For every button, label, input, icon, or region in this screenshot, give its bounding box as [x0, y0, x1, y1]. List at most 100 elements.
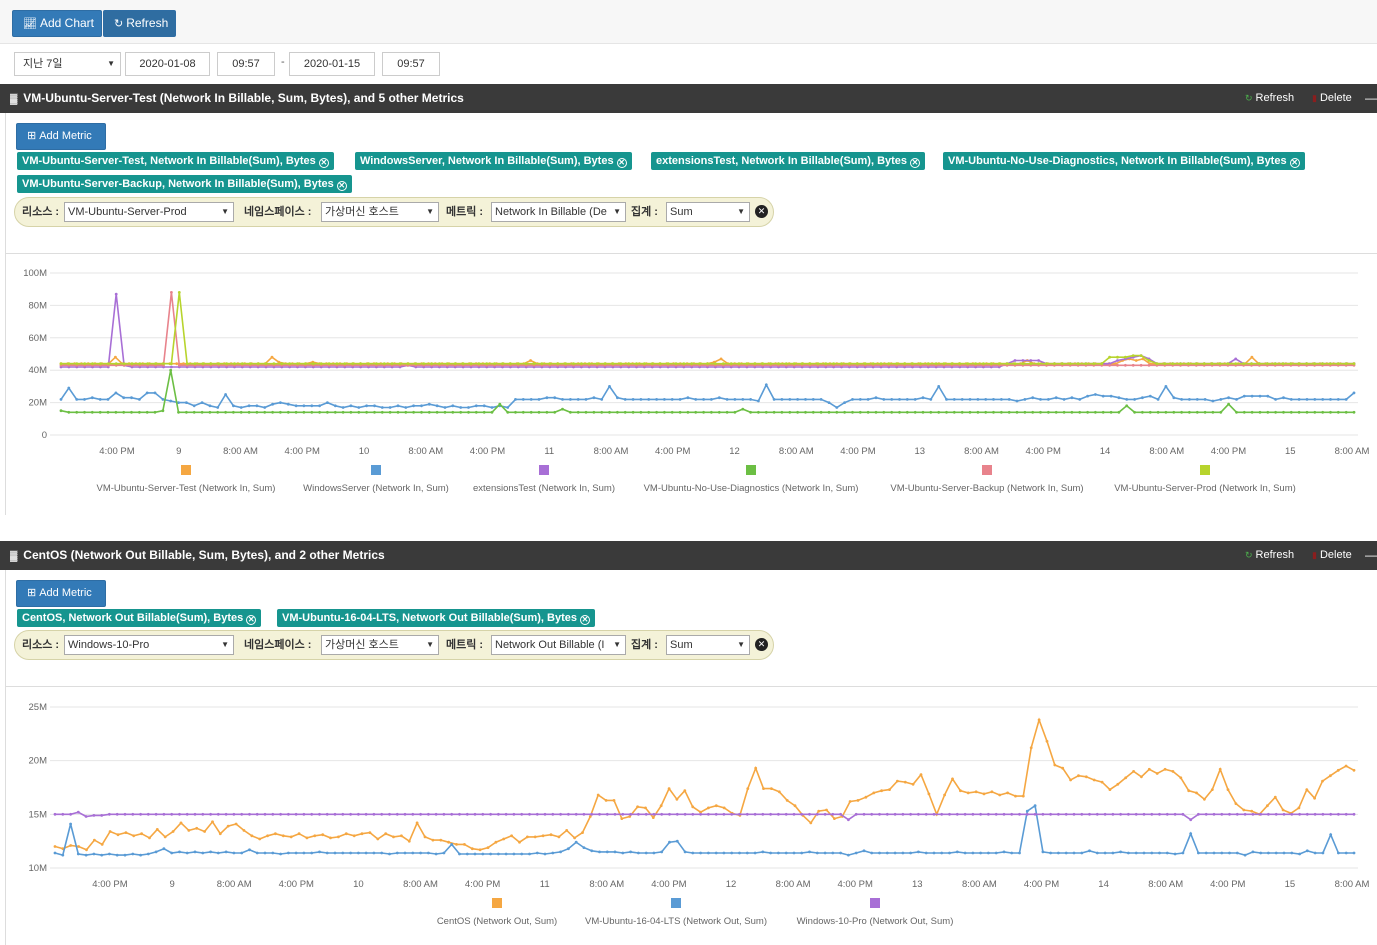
data-point — [808, 812, 811, 816]
data-point — [1155, 362, 1159, 366]
data-point — [1045, 362, 1048, 366]
data-point — [146, 852, 150, 856]
data-point — [1235, 812, 1239, 816]
data-point — [364, 851, 368, 855]
metric-tag[interactable]: VM-Ubuntu-Server-Backup, Network In Bill… — [17, 175, 352, 193]
data-point — [940, 812, 944, 816]
x-tick-label: 4:00 PM — [1024, 879, 1059, 890]
data-point — [733, 398, 737, 401]
refresh-button[interactable]: ↻ Refresh — [103, 10, 176, 37]
data-point — [815, 851, 819, 855]
remove-icon[interactable]: ✕ — [616, 158, 627, 168]
namespace-select[interactable]: 가상머신 호스트 ▼ — [321, 635, 439, 655]
from-date-input[interactable]: 2020-01-08 — [125, 52, 210, 76]
to-time-input[interactable]: 09:57 — [382, 52, 440, 76]
data-point — [675, 839, 679, 843]
data-point — [247, 410, 251, 414]
collapse-icon[interactable]: — — [1365, 84, 1377, 113]
data-point — [434, 852, 438, 856]
data-point — [598, 812, 601, 816]
remove-icon[interactable]: ✕ — [580, 615, 590, 625]
legend-label: Windows-10-Pro (Network Out, Sum) — [797, 916, 954, 927]
remove-icon[interactable]: ✕ — [336, 181, 347, 191]
metric-tag[interactable]: VM-Ubuntu-Server-Test, Network In Billab… — [17, 152, 334, 170]
add-metric-button[interactable]: ⊞ Add Metric — [16, 580, 106, 607]
data-point — [406, 362, 410, 366]
data-point — [1242, 410, 1246, 414]
data-point — [1173, 852, 1177, 856]
add-metric-button[interactable]: ⊞ Add Metric — [16, 123, 106, 150]
remove-icon[interactable]: ✕ — [246, 615, 257, 625]
data-point — [318, 812, 321, 816]
namespace-select[interactable]: 가상머신 호스트 ▼ — [321, 202, 439, 222]
data-point — [663, 398, 666, 401]
data-point — [504, 852, 508, 856]
data-point — [958, 362, 962, 366]
panel-refresh-button[interactable]: ↻ Refresh — [1245, 84, 1294, 113]
data-point — [465, 852, 469, 856]
data-point — [952, 398, 956, 401]
data-point — [473, 852, 477, 856]
data-point — [162, 362, 165, 366]
y-tick-label: 100M — [23, 268, 47, 279]
data-point — [427, 812, 430, 816]
data-point — [1172, 410, 1176, 414]
remove-icon[interactable]: ✕ — [910, 158, 921, 168]
data-point — [286, 402, 290, 406]
panel-delete-button[interactable]: ▮ Delete — [1312, 84, 1352, 113]
x-tick-label: 15 — [1285, 879, 1296, 890]
data-point — [905, 398, 909, 401]
data-point — [1150, 812, 1154, 816]
panel-delete-button[interactable]: ▮ Delete — [1312, 541, 1352, 570]
data-point — [592, 396, 596, 400]
data-point — [404, 406, 408, 409]
resource-select[interactable]: VM-Ubuntu-Server-Prod ▼ — [64, 202, 234, 222]
metric-tag[interactable]: extensionsTest, Network In Billable(Sum)… — [651, 152, 926, 170]
panel-refresh-button[interactable]: ↻ Refresh — [1245, 541, 1294, 570]
data-point — [784, 812, 788, 816]
data-point — [486, 846, 490, 849]
data-point — [132, 834, 136, 838]
range-preset-select[interactable]: 지난 7일 ▼ — [14, 52, 121, 76]
metric-select[interactable]: Network In Billable (De ▼ — [491, 202, 626, 222]
remove-icon[interactable]: ✕ — [1289, 158, 1300, 168]
data-point — [1282, 410, 1285, 414]
x-tick-label: 12 — [726, 879, 737, 890]
metric-tag[interactable]: CentOS, Network Out Billable(Sum), Bytes… — [17, 609, 262, 627]
data-point — [917, 850, 920, 854]
remove-icon[interactable]: ✕ — [318, 158, 329, 168]
aggregation-select[interactable]: Sum ▼ — [666, 202, 750, 222]
metric-select[interactable]: Network Out Billable (I ▼ — [491, 635, 626, 655]
network-out-chart: 10M 15M 20M 25M 4:00 PM 9 8:00 AM 4:00 PM 10 8:00… — [29, 702, 1370, 927]
y-tick-label: 0 — [42, 430, 47, 441]
resource-select[interactable]: Windows-10-Pro ▼ — [64, 635, 234, 655]
data-point — [266, 834, 269, 838]
data-point — [753, 851, 757, 855]
data-point — [694, 410, 698, 414]
to-date-input[interactable]: 2020-01-15 — [289, 52, 375, 76]
add-chart-button[interactable]: 📈︎ Add Chart — [12, 10, 102, 37]
data-point — [584, 410, 588, 414]
data-point — [1282, 396, 1285, 400]
data-point — [1094, 393, 1097, 396]
data-point — [216, 851, 220, 855]
remove-filter-icon[interactable]: ✕ — [755, 205, 768, 218]
data-point — [279, 410, 282, 414]
data-point — [209, 850, 213, 854]
data-point — [540, 362, 544, 366]
data-point — [529, 359, 532, 362]
metric-tag[interactable]: VM-Ubuntu-16-04-LTS, Network Out Billabl… — [277, 609, 595, 627]
data-point — [564, 362, 567, 366]
data-point — [835, 410, 839, 414]
data-point — [524, 362, 528, 366]
remove-filter-icon[interactable]: ✕ — [755, 638, 768, 651]
data-point — [280, 362, 284, 366]
metric-tag[interactable]: VM-Ubuntu-No-Use-Diagnostics, Network In… — [943, 152, 1305, 170]
data-point — [1086, 410, 1089, 414]
collapse-icon[interactable]: — — [1365, 541, 1377, 570]
data-point — [839, 812, 842, 816]
metric-tag[interactable]: WindowsServer, Network In Billable(Sum),… — [355, 152, 632, 170]
from-time-input[interactable]: 09:57 — [217, 52, 275, 76]
data-point — [635, 362, 638, 366]
aggregation-select[interactable]: Sum ▼ — [666, 635, 750, 655]
